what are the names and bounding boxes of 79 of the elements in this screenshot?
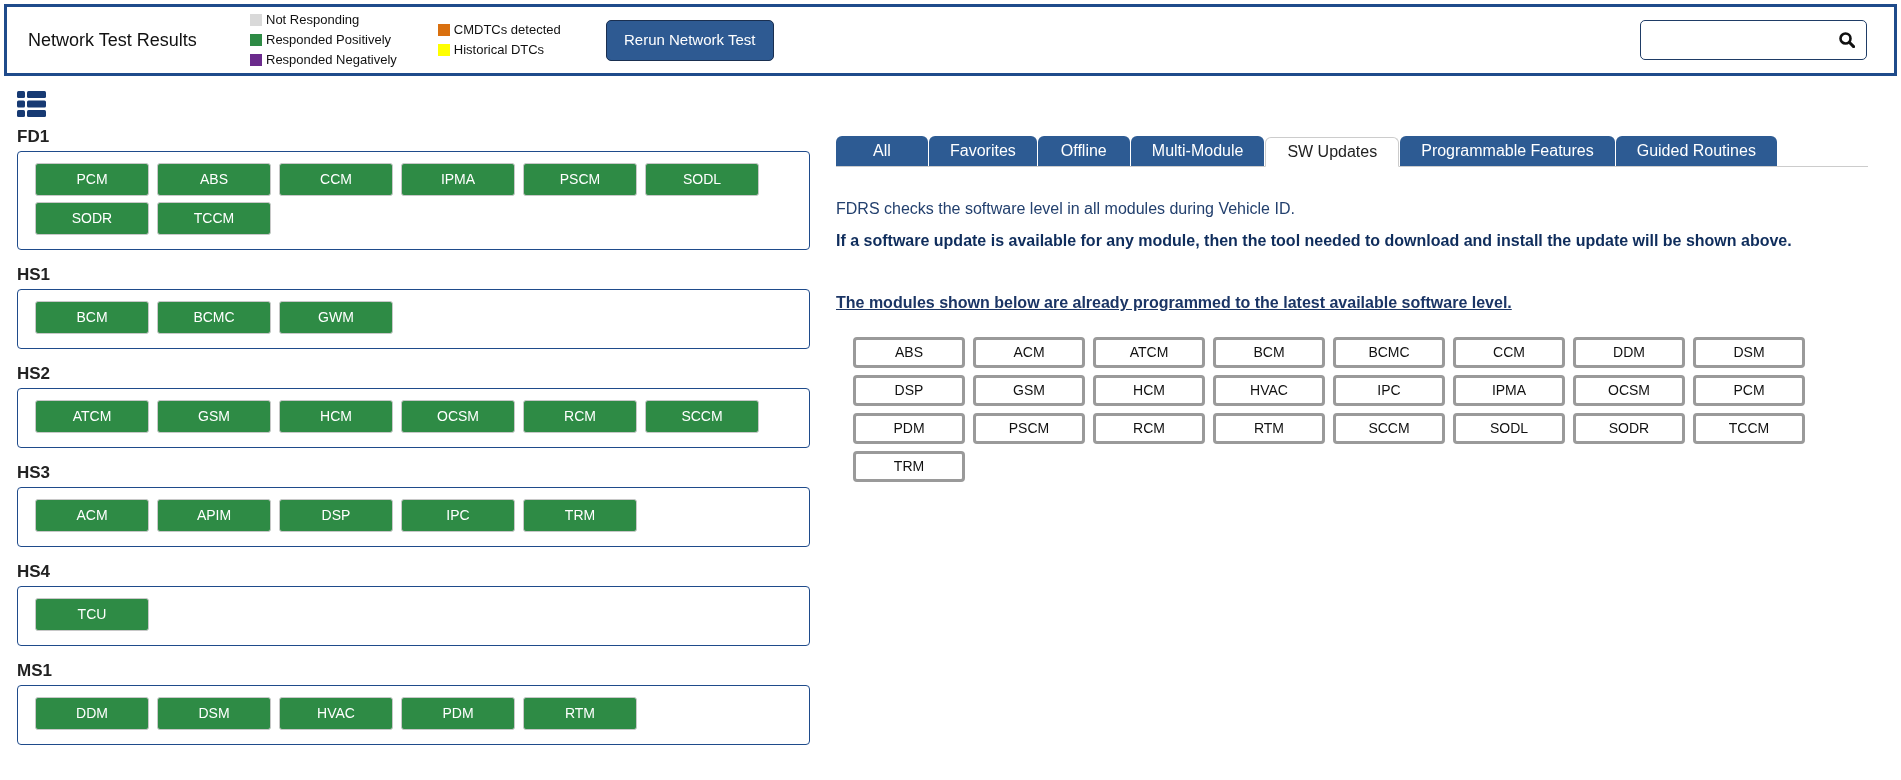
network-label: HS3 (17, 463, 52, 483)
up-to-date-module-button[interactable]: RTM (1213, 413, 1325, 444)
tab[interactable]: Guided Routines (1615, 136, 1777, 166)
module-status-button[interactable]: TCU (35, 598, 149, 631)
info-text: FDRS checks the software level in all modules during Vehicle ID. (836, 199, 1296, 219)
up-to-date-module-button[interactable]: SCCM (1333, 413, 1445, 444)
network-label: HS1 (17, 265, 52, 285)
module-status-button[interactable]: ATCM (35, 400, 149, 433)
legend-label: Responded Negatively (266, 52, 397, 68)
rerun-network-test-button[interactable]: Rerun Network Test (605, 19, 774, 61)
up-to-date-module-button[interactable]: PSCM (973, 413, 1085, 444)
module-status-button[interactable]: GSM (157, 400, 271, 433)
search-field[interactable] (1640, 20, 1867, 60)
module-status-button[interactable]: TCCM (157, 202, 271, 235)
module-status-button[interactable]: BCM (35, 301, 149, 334)
up-to-date-heading: The modules shown below are already programmed to the latest available software level. (836, 293, 1513, 313)
module-status-button[interactable]: IPMA (401, 163, 515, 196)
tab[interactable]: Multi-Module (1130, 136, 1265, 166)
module-status-button[interactable]: PDM (401, 697, 515, 730)
network-label: HS4 (17, 562, 52, 582)
up-to-date-module-button[interactable]: BCM (1213, 337, 1325, 368)
up-to-date-module-button[interactable]: BCMC (1333, 337, 1445, 368)
up-to-date-module-button[interactable]: SODL (1453, 413, 1565, 444)
module-status-button[interactable]: OCSM (401, 400, 515, 433)
module-status-button[interactable]: BCMC (157, 301, 271, 334)
module-status-button[interactable]: IPC (401, 499, 515, 532)
module-status-button[interactable]: GWM (279, 301, 393, 334)
up-to-date-module-button[interactable]: DSM (1693, 337, 1805, 368)
up-to-date-module-button[interactable]: SODR (1573, 413, 1685, 444)
legend-label: Not Responding (266, 12, 360, 28)
module-status-button[interactable]: RTM (523, 697, 637, 730)
module-status-button[interactable]: SODL (645, 163, 759, 196)
up-to-date-module-button[interactable]: TRM (853, 451, 965, 482)
module-status-button[interactable]: SCCM (645, 400, 759, 433)
up-to-date-module-button[interactable]: TCCM (1693, 413, 1805, 444)
search-icon[interactable] (1839, 32, 1855, 48)
page-title: Network Test Results (28, 28, 198, 52)
tab[interactable]: Favorites (929, 136, 1037, 166)
module-status-button[interactable]: DDM (35, 697, 149, 730)
up-to-date-module-button[interactable]: DDM (1573, 337, 1685, 368)
tab[interactable]: Programmable Features (1400, 136, 1615, 166)
up-to-date-module-button[interactable]: GSM (973, 375, 1085, 406)
module-status-button[interactable]: CCM (279, 163, 393, 196)
up-to-date-module-button[interactable]: IPMA (1453, 375, 1565, 406)
up-to-date-module-button[interactable]: HCM (1093, 375, 1205, 406)
tab[interactable]: SW Updates (1265, 137, 1400, 167)
up-to-date-module-button[interactable]: ATCM (1093, 337, 1205, 368)
up-to-date-module-button[interactable]: ACM (973, 337, 1085, 368)
up-to-date-module-button[interactable]: RCM (1093, 413, 1205, 444)
list-view-icon[interactable] (17, 91, 46, 117)
module-status-button[interactable]: DSM (157, 697, 271, 730)
network-label: MS1 (17, 661, 53, 681)
module-status-button[interactable]: ABS (157, 163, 271, 196)
legend-label: Historical DTCs (453, 42, 545, 58)
module-status-button[interactable]: HCM (279, 400, 393, 433)
legend-label: Responded Positively (266, 32, 392, 48)
module-status-button[interactable]: RCM (523, 400, 637, 433)
module-status-button[interactable]: DSP (279, 499, 393, 532)
notice-text: If a software update is available for any module, then the tool needed to download and install the update will be shown above. (836, 231, 1793, 251)
module-status-button[interactable]: HVAC (279, 697, 393, 730)
up-to-date-module-button[interactable]: IPC (1333, 375, 1445, 406)
module-status-button[interactable]: SODR (35, 202, 149, 235)
module-status-button[interactable]: APIM (157, 499, 271, 532)
up-to-date-module-button[interactable]: PDM (853, 413, 965, 444)
up-to-date-module-button[interactable]: CCM (1453, 337, 1565, 368)
up-to-date-module-button[interactable]: ABS (853, 337, 965, 368)
network-label: FD1 (17, 127, 51, 147)
module-status-button[interactable]: TRM (523, 499, 637, 532)
tab[interactable]: All (836, 136, 928, 166)
tab[interactable]: Offline (1037, 136, 1130, 166)
up-to-date-module-button[interactable]: HVAC (1213, 375, 1325, 406)
module-status-button[interactable]: PCM (35, 163, 149, 196)
legend-label: CMDTCs detected (453, 22, 561, 38)
network-label: HS2 (17, 364, 52, 384)
module-status-button[interactable]: PSCM (523, 163, 637, 196)
up-to-date-module-button[interactable]: OCSM (1573, 375, 1685, 406)
module-status-button[interactable]: ACM (35, 499, 149, 532)
up-to-date-module-button[interactable]: DSP (853, 375, 965, 406)
up-to-date-module-button[interactable]: PCM (1693, 375, 1805, 406)
